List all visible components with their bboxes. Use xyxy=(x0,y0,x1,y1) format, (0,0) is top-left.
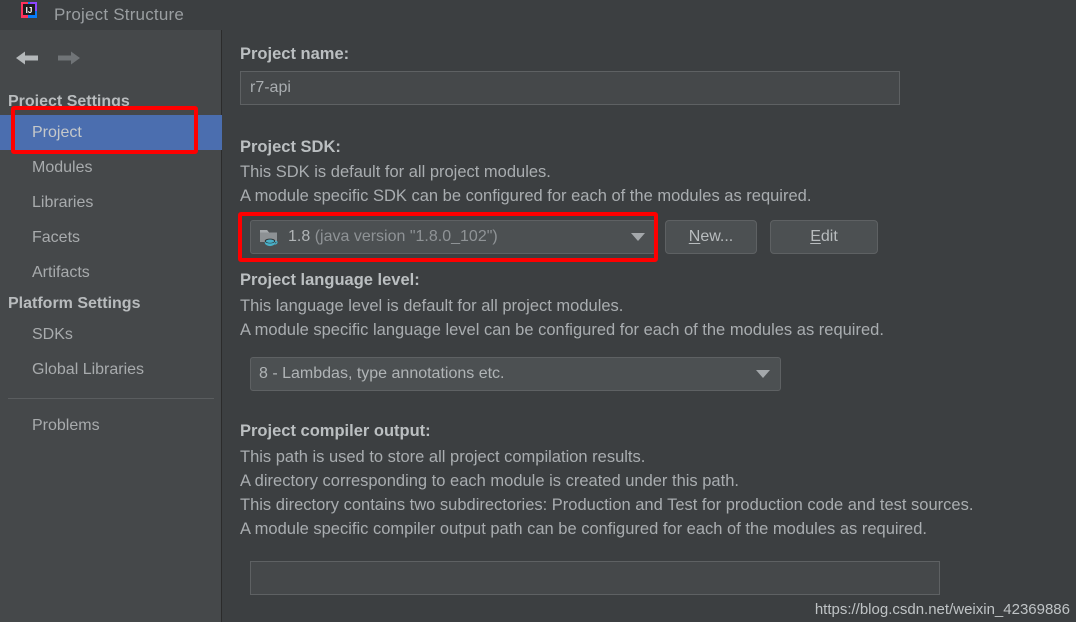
sidebar-item-global-libraries[interactable]: Global Libraries xyxy=(0,352,222,387)
sidebar-item-label: Problems xyxy=(32,417,100,434)
sidebar-divider xyxy=(8,398,214,399)
language-level-combobox[interactable]: 8 - Lambdas, type annotations etc. xyxy=(250,357,781,391)
back-button[interactable] xyxy=(6,40,48,76)
project-name-input[interactable]: r7-api xyxy=(240,71,900,105)
new-sdk-button-label: New... xyxy=(688,228,734,245)
project-sdk-detail: (java version "1.8.0_102") xyxy=(314,228,498,245)
project-sdk-value: 1.8 (java version "1.8.0_102") xyxy=(288,228,623,246)
language-level-value: 8 - Lambdas, type annotations etc. xyxy=(259,365,505,382)
edit-sdk-button[interactable]: Edit xyxy=(770,220,878,254)
settings-tree: Project Settings Project Modules Librari… xyxy=(0,88,222,443)
sidebar-item-label: Libraries xyxy=(32,194,94,211)
sidebar-group-platform-settings: Platform Settings xyxy=(8,295,141,312)
compiler-output-input[interactable] xyxy=(250,561,940,595)
sidebar-item-libraries[interactable]: Libraries xyxy=(0,185,222,220)
language-level-description-line2: A module specific language level can be … xyxy=(240,321,884,339)
project-sdk-description-line2: A module specific SDK can be configured … xyxy=(240,187,812,205)
language-level-description-line1: This language level is default for all p… xyxy=(240,297,624,315)
mnemonic-n: N xyxy=(688,228,701,245)
sidebar-item-facets[interactable]: Facets xyxy=(0,220,222,255)
sidebar-item-label: SDKs xyxy=(32,326,73,343)
project-settings-panel: Project name: r7-api Project SDK: This S… xyxy=(223,30,1076,622)
project-structure-dialog: IJ Project Structure Project Settings Pr… xyxy=(0,0,1076,622)
sidebar-item-label: Project xyxy=(32,124,82,141)
svg-text:IJ: IJ xyxy=(26,6,33,15)
sidebar-item-project[interactable]: Project xyxy=(0,115,222,150)
watermark-url: https://blog.csdn.net/weixin_42369886 xyxy=(814,601,1070,618)
java-sdk-folder-icon xyxy=(259,227,281,247)
sidebar-item-problems[interactable]: Problems xyxy=(0,408,222,443)
chevron-down-icon xyxy=(631,233,645,241)
project-sdk-description-line1: This SDK is default for all project modu… xyxy=(240,163,551,181)
title-bar: IJ Project Structure xyxy=(0,0,1076,30)
sidebar-item-artifacts[interactable]: Artifacts xyxy=(0,255,222,290)
mnemonic-e: E xyxy=(810,228,821,245)
intellij-idea-logo-icon: IJ xyxy=(18,2,40,24)
sidebar-item-label: Modules xyxy=(32,159,93,176)
new-sdk-button[interactable]: New... xyxy=(665,220,757,254)
project-sdk-label: Project SDK: xyxy=(240,138,341,156)
navigation-arrows xyxy=(0,38,222,78)
sidebar-item-modules[interactable]: Modules xyxy=(0,150,222,185)
forward-button[interactable] xyxy=(48,40,90,76)
sidebar-item-sdks[interactable]: SDKs xyxy=(0,317,222,352)
compiler-output-description-line4: A module specific compiler output path c… xyxy=(240,520,927,538)
project-sdk-version: 1.8 xyxy=(288,228,311,245)
arrow-right-icon xyxy=(55,49,83,67)
sidebar-group-project-settings: Project Settings xyxy=(8,93,130,110)
compiler-output-description-line1: This path is used to store all project c… xyxy=(240,448,646,466)
window-title: Project Structure xyxy=(54,5,185,24)
compiler-output-description-line2: A directory corresponding to each module… xyxy=(240,472,739,490)
compiler-output-label: Project compiler output: xyxy=(240,422,431,440)
sidebar-item-label: Global Libraries xyxy=(32,361,145,378)
language-level-label: Project language level: xyxy=(240,271,420,289)
project-sdk-combobox[interactable]: 1.8 (java version "1.8.0_102") xyxy=(250,220,656,254)
chevron-down-icon xyxy=(756,370,770,378)
settings-sidebar: Project Settings Project Modules Librari… xyxy=(0,30,222,622)
sidebar-item-label: Facets xyxy=(32,229,81,246)
sidebar-item-label: Artifacts xyxy=(32,264,90,281)
arrow-left-icon xyxy=(13,49,41,67)
project-name-label: Project name: xyxy=(240,45,350,63)
edit-sdk-button-label: Edit xyxy=(810,228,838,245)
compiler-output-description-line3: This directory contains two subdirectori… xyxy=(240,496,974,514)
